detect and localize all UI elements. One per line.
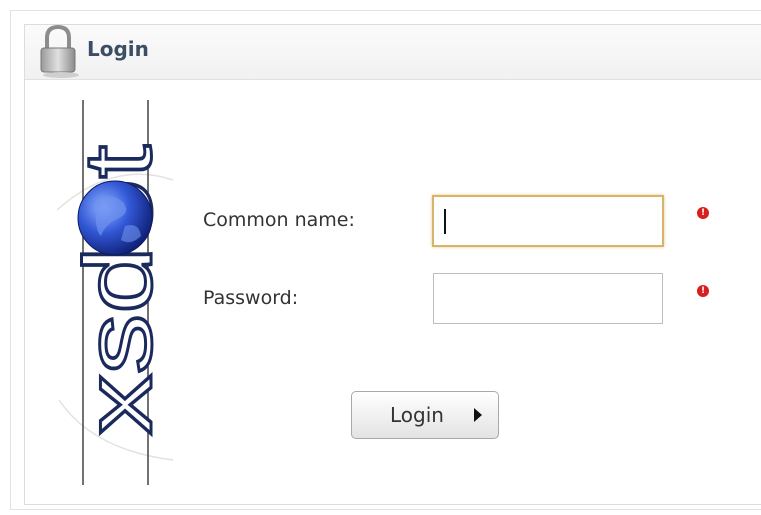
password-input[interactable] bbox=[433, 273, 663, 324]
password-label: Password: bbox=[203, 287, 299, 309]
text-caret bbox=[444, 209, 446, 234]
required-icon: ! bbox=[697, 285, 709, 297]
common-name-input[interactable] bbox=[432, 195, 664, 247]
login-panel: Login xsdot Common name: ! Password: ! L… bbox=[24, 24, 761, 505]
panel-header: Login bbox=[25, 24, 761, 80]
arrow-right-icon bbox=[474, 408, 482, 422]
required-icon: ! bbox=[697, 207, 709, 219]
login-button[interactable]: Login bbox=[351, 391, 499, 439]
panel-title: Login bbox=[87, 37, 149, 61]
lock-icon bbox=[40, 24, 79, 78]
login-button-label: Login bbox=[390, 403, 444, 427]
xsdot-logo: xsdot bbox=[56, 100, 174, 485]
common-name-label: Common name: bbox=[203, 209, 355, 231]
